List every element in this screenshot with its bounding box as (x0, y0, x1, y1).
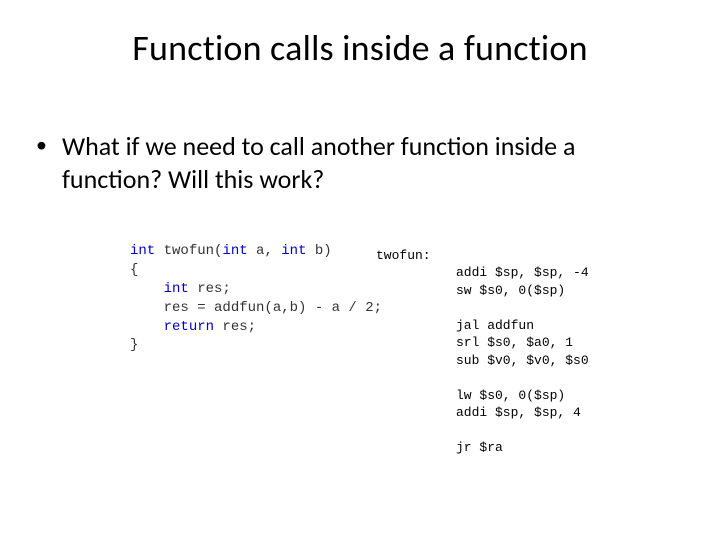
asm-line: lw $s0, 0($sp) (456, 388, 565, 403)
slide: Function calls inside a function • What … (0, 0, 720, 540)
slide-title: Function calls inside a function (0, 26, 720, 70)
c-kw-int: int (130, 243, 155, 259)
c-kw-int: int (222, 243, 247, 259)
c-kw-return: return (164, 319, 214, 335)
asm-line: sub $v0, $v0, $s0 (456, 353, 589, 368)
c-kw-int: int (164, 281, 189, 297)
c-text: { (130, 262, 138, 278)
asm-label: twofun: (376, 248, 431, 263)
c-text: a, (248, 243, 282, 259)
c-text: } (130, 337, 138, 353)
c-text: res; (189, 281, 231, 297)
asm-line: addi $sp, $sp, -4 (456, 265, 589, 280)
asm-line: jal addfun (456, 318, 534, 333)
bullet-dot: • (36, 130, 62, 195)
c-text (130, 281, 164, 297)
c-text: res; (214, 319, 256, 335)
c-text: b) (306, 243, 331, 259)
asm-code-block: addi $sp, $sp, -4 sw $s0, 0($sp) jal add… (456, 264, 589, 457)
bullet-item: • What if we need to call another functi… (36, 130, 676, 195)
bullet-text: What if we need to call another function… (62, 130, 676, 195)
c-text: res = addfun(a,b) - a / 2; (130, 300, 382, 316)
bullet-list: • What if we need to call another functi… (36, 130, 676, 195)
asm-line: jr $ra (456, 440, 503, 455)
c-text: twofun( (155, 243, 222, 259)
c-code-block: int twofun(int a, int b) { int res; res … (130, 242, 382, 355)
asm-line: srl $s0, $a0, 1 (456, 335, 573, 350)
asm-line: addi $sp, $sp, 4 (456, 405, 581, 420)
c-kw-int: int (281, 243, 306, 259)
c-text (130, 319, 164, 335)
asm-line: sw $s0, 0($sp) (456, 283, 565, 298)
